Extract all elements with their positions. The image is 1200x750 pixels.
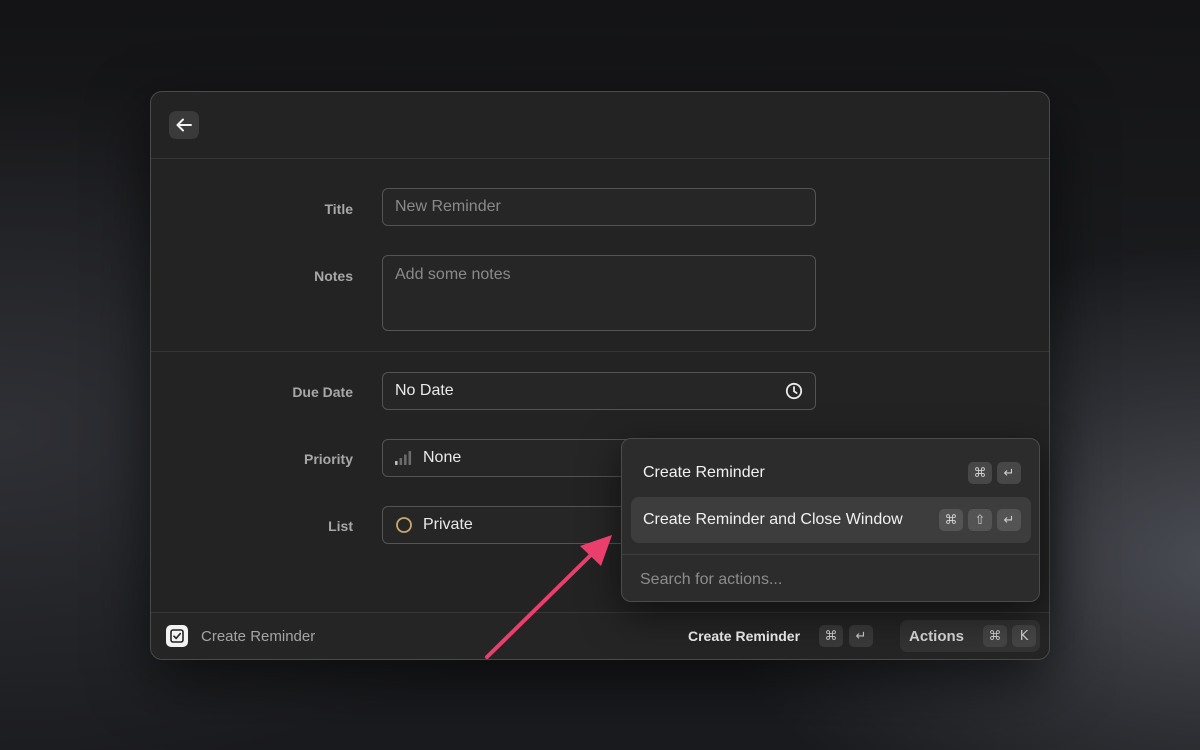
cmd-key: ⌘ [819,625,843,647]
arrow-left-icon [176,118,192,132]
signal-bars-icon [395,451,412,465]
title-input[interactable]: New Reminder [382,188,816,226]
due-date-value: No Date [395,382,454,399]
notes-label: Notes [314,268,353,284]
enter-key: ↵ [997,509,1021,531]
priority-label: Priority [303,451,353,467]
menu-item-create-and-close[interactable]: Create Reminder and Close Window ⌘ ⇧ ↵ [631,497,1031,543]
primary-action-button[interactable]: Create Reminder [688,628,800,644]
list-label: List [328,518,353,534]
clock-icon[interactable] [785,382,803,400]
notes-placeholder: Add some notes [395,266,511,283]
list-value: Private [423,516,473,533]
checkbox-icon [170,629,184,643]
action-bar: Create Reminder Create Reminder ⌘ ↵ Acti… [151,612,1049,659]
reminders-app-icon [166,625,188,647]
actions-button[interactable]: Actions ⌘ K [900,620,1040,652]
shift-key: ⇧ [968,509,992,531]
title-placeholder: New Reminder [395,198,501,215]
cmd-key: ⌘ [968,462,992,484]
section-divider [151,351,1049,352]
cmd-key: ⌘ [983,625,1007,647]
footer-title: Create Reminder [201,628,316,645]
title-label: Title [324,201,353,217]
menu-item-create-reminder[interactable]: Create Reminder ⌘ ↵ [631,450,1031,496]
menu-item-label: Create Reminder [643,464,765,481]
primary-action-shortcut: ⌘ ↵ [819,625,873,647]
circle-icon [396,517,412,533]
reminder-window: Title New Reminder Notes Add some notes … [150,91,1050,660]
actions-popover: Create Reminder ⌘ ↵ Create Reminder and … [621,438,1040,602]
enter-key: ↵ [849,625,873,647]
header-divider [151,158,1049,159]
k-key: K [1012,625,1036,647]
popover-divider [622,554,1039,555]
enter-key: ↵ [997,462,1021,484]
menu-item-label: Create Reminder and Close Window [643,511,903,528]
actions-label: Actions [909,627,965,645]
due-date-picker[interactable]: No Date [382,372,816,410]
cmd-key: ⌘ [939,509,963,531]
notes-textarea[interactable]: Add some notes [382,255,816,331]
back-button[interactable] [169,111,199,139]
actions-shortcut: ⌘ K [983,625,1036,647]
priority-value: None [423,449,462,466]
due-date-label: Due Date [292,384,353,400]
actions-search-input[interactable]: Search for actions... [640,571,782,589]
